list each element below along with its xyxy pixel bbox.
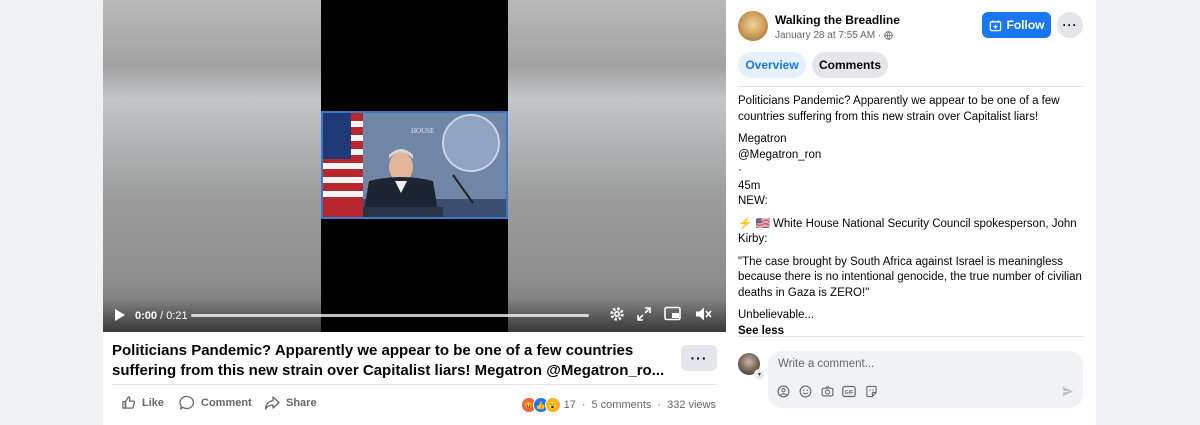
like-label: Like [142, 396, 165, 409]
emoji-icon[interactable] [798, 384, 812, 398]
share-arrow-icon [264, 396, 280, 410]
sidebar-more-button[interactable]: ··· [1057, 12, 1083, 38]
thumbs-up-icon [122, 396, 135, 409]
post-body-author-handle: @Megatron_ron [738, 148, 822, 161]
press-briefing-image: HOUSE [323, 113, 506, 217]
post-body-headline: ⚡ 🇺🇸 White House National Security Counc… [738, 217, 1083, 248]
post-divider [112, 384, 717, 385]
expand-icon[interactable] [637, 307, 651, 321]
video-time-total: / 0:21 [160, 310, 188, 322]
post-stats: 😡 👍 😮 17 · 5 comments · 332 views [520, 397, 716, 413]
post-more-button[interactable]: ··· [681, 345, 717, 371]
stats-separator: · [581, 399, 586, 411]
sidebar-divider-top [738, 86, 1084, 87]
post-body: Politicians Pandemic? Apparently we appe… [738, 94, 1083, 339]
video-progress-bar[interactable] [191, 314, 589, 317]
play-icon[interactable] [113, 307, 127, 323]
page-avatar[interactable] [738, 11, 768, 41]
muted-volume-icon[interactable] [695, 306, 713, 322]
sidebar-divider-bottom [738, 336, 1084, 337]
video-player[interactable]: HOUSE 0:00 / 0:21 [103, 0, 726, 332]
settings-gear-icon[interactable] [609, 306, 625, 322]
post-title[interactable]: Politicians Pandemic? Apparently we appe… [112, 341, 667, 381]
sticker-icon[interactable] [864, 384, 878, 398]
video-time-current: 0:00 [135, 310, 158, 322]
post-body-headline-text: White House National Security Council sp… [738, 217, 1077, 246]
svg-text:GIF: GIF [845, 390, 854, 396]
page-name[interactable]: Walking the Breadline [775, 13, 900, 27]
post-timestamp: January 28 at 7:55 AM · [775, 30, 893, 41]
post-body-age: 45m [738, 179, 761, 192]
post-main: HOUSE 0:00 / 0:21 Politicians Pandemic? … [103, 0, 726, 425]
chevron-down-icon[interactable]: ▾ [754, 369, 765, 380]
share-button[interactable]: Share [264, 395, 317, 411]
follow-button[interactable]: Follow [982, 12, 1051, 38]
post-body-intro: Politicians Pandemic? Apparently we appe… [738, 95, 1060, 123]
post-body-quote: "The case brought by South Africa agains… [738, 255, 1082, 299]
reaction-count[interactable]: 17 [564, 399, 576, 411]
like-button[interactable]: Like [121, 395, 164, 410]
follow-page-icon [989, 19, 1001, 31]
gif-icon[interactable]: GIF [842, 384, 856, 398]
lightning-flag-emoji: ⚡ 🇺🇸 [738, 217, 770, 230]
comment-composer[interactable]: GIF [768, 351, 1083, 408]
tab-overview[interactable]: Overview [738, 52, 806, 78]
post-body-dot: · [738, 164, 742, 176]
sticker-avatar-icon[interactable] [776, 384, 790, 398]
stats-separator: · [657, 399, 662, 411]
share-label: Share [286, 397, 317, 409]
view-count: 332 views [667, 399, 716, 411]
comment-label: Comment [201, 397, 252, 409]
follow-label: Follow [1006, 18, 1045, 32]
svg-text:HOUSE: HOUSE [411, 127, 434, 135]
comment-input[interactable] [776, 357, 1070, 371]
post-sidebar: Walking the Breadline January 28 at 7:55… [726, 0, 1096, 425]
post-time-text[interactable]: January 28 at 7:55 AM · [775, 30, 881, 41]
video-time: 0:00 / 0:21 [135, 310, 188, 322]
reaction-icons[interactable]: 😡 👍 😮 [520, 397, 561, 413]
send-icon[interactable] [1060, 384, 1074, 398]
comment-bubble-icon [179, 395, 195, 410]
post-body-author-name: Megatron [738, 133, 787, 145]
tab-comments[interactable]: Comments [812, 52, 888, 78]
post-body-new: NEW: [738, 195, 768, 207]
picture-in-picture-icon[interactable] [664, 306, 682, 322]
wow-reaction-icon: 😮 [544, 397, 561, 413]
video-frame[interactable]: HOUSE [321, 111, 508, 219]
comment-button[interactable]: Comment [179, 395, 252, 411]
comment-count[interactable]: 5 comments [591, 399, 651, 411]
post-body-closing: Unbelievable... [738, 309, 815, 321]
globe-icon [884, 31, 893, 40]
camera-icon[interactable] [820, 384, 834, 398]
